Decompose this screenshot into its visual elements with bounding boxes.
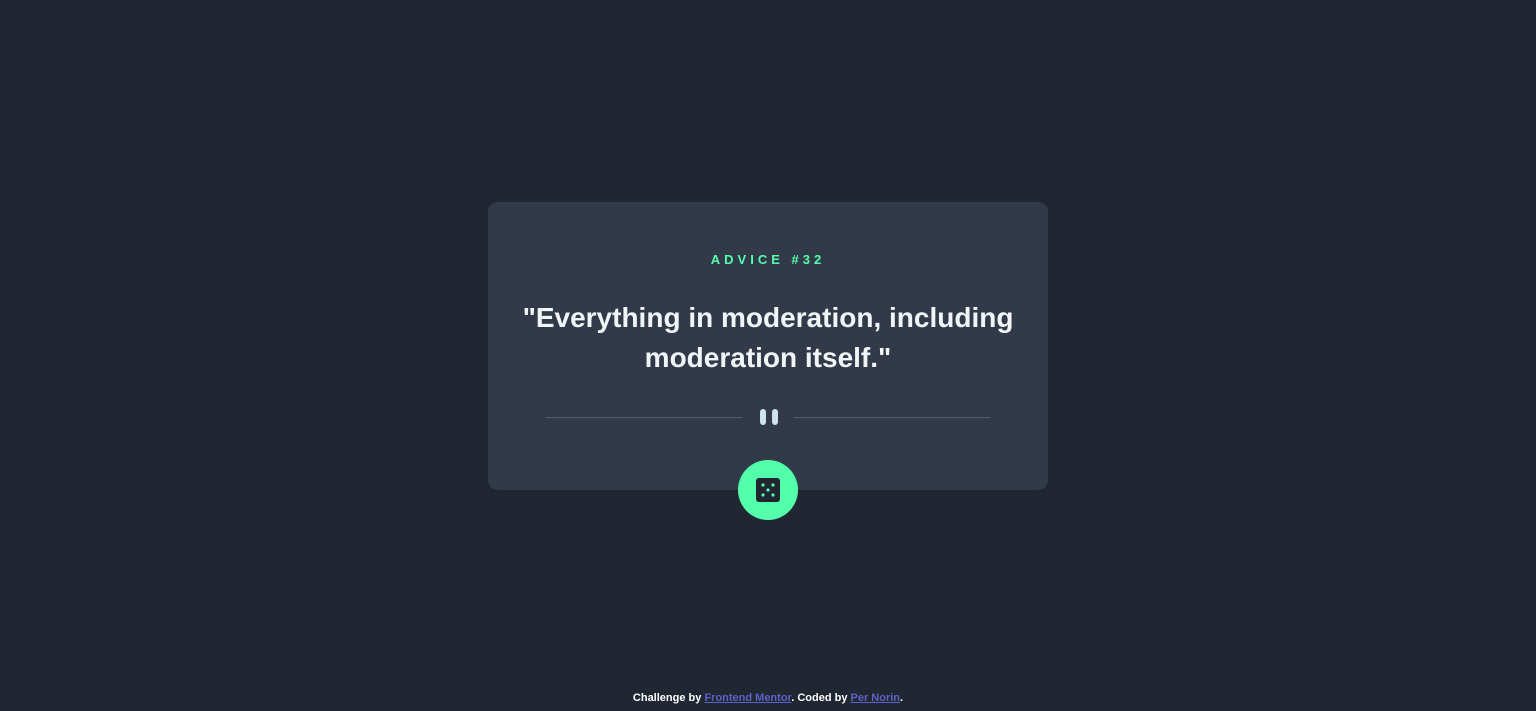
footer-middle: . Coded by bbox=[791, 692, 851, 704]
frontend-mentor-link[interactable]: Frontend Mentor bbox=[704, 692, 791, 704]
new-advice-button[interactable] bbox=[738, 460, 798, 520]
footer-prefix: Challenge by bbox=[632, 692, 705, 704]
advice-quote: "Everything in moderation, including mod… bbox=[522, 302, 1014, 373]
page: ADVICE #32 "Everything in moderation, in… bbox=[0, 0, 1536, 711]
divider bbox=[546, 408, 990, 426]
pause-icon bbox=[760, 409, 778, 425]
footer-suffix: . bbox=[900, 692, 904, 704]
dice-icon bbox=[756, 478, 780, 502]
author-link[interactable]: Per Norin bbox=[851, 692, 901, 704]
attribution-footer: Challenge by Frontend Mentor. Coded by P… bbox=[0, 692, 1536, 704]
advice-card: ADVICE #32 "Everything in moderation, in… bbox=[488, 202, 1048, 490]
divider-line-right bbox=[794, 417, 990, 418]
divider-line-left bbox=[546, 417, 742, 418]
advice-id-label: ADVICE #32 bbox=[710, 252, 826, 267]
